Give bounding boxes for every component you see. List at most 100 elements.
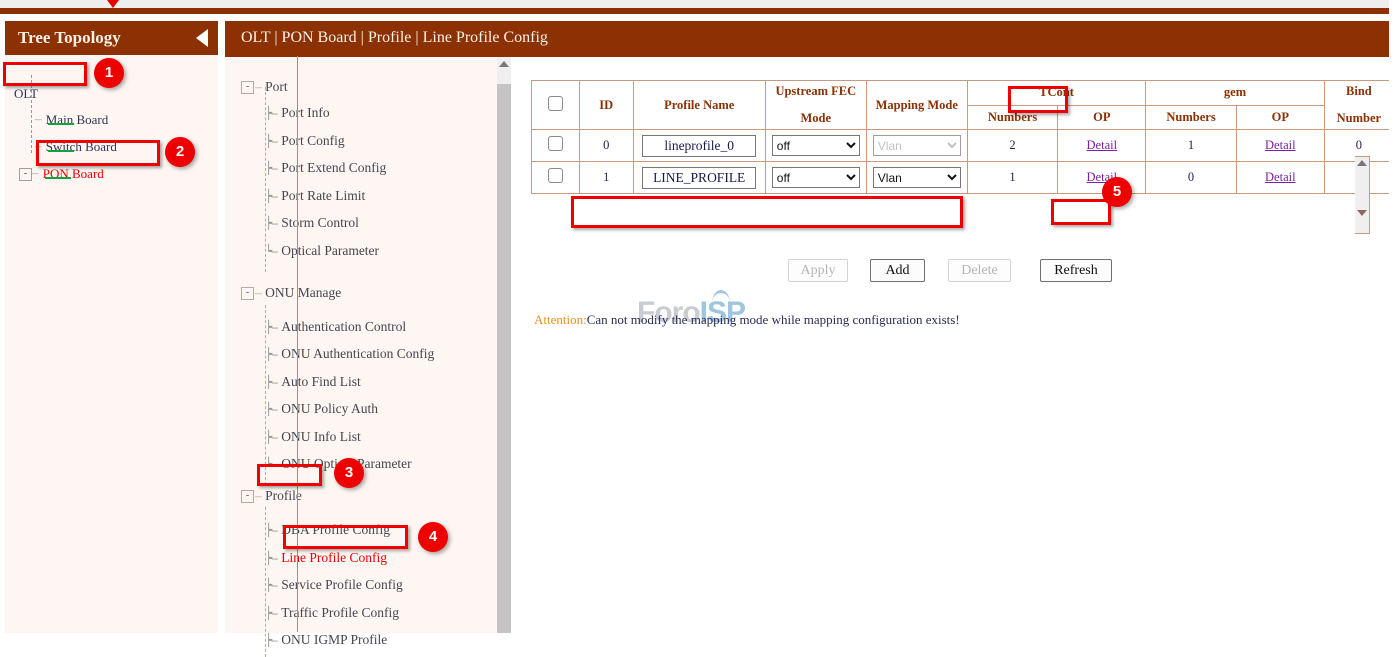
gem-detail-link[interactable]: Detail: [1265, 138, 1296, 152]
nav-item-authentication-control[interactable]: ┝--Authentication Control: [265, 319, 406, 335]
column-header-bind-number: Bind Number: [1324, 81, 1393, 130]
column-header-gem-op: OP: [1236, 105, 1324, 130]
nav-item-traffic-profile-config[interactable]: ┝--Traffic Profile Config: [265, 605, 399, 621]
upstream-fec-select[interactable]: off: [772, 167, 860, 188]
nav-item-label: Port Info: [281, 105, 329, 120]
bind-line2: Number: [1331, 111, 1387, 126]
tree-topology-header: Tree Topology: [5, 21, 218, 55]
nav-item-service-profile-config[interactable]: ┝-- Service Profile Config: [265, 577, 403, 593]
cell-tcont-op[interactable]: Detail: [1058, 130, 1146, 162]
column-header-gem: gem: [1146, 81, 1325, 106]
gem-detail-link[interactable]: Detail: [1265, 170, 1296, 184]
tree-topology-panel: Tree Topology OLT – Main Board – Switch …: [5, 21, 218, 633]
nav-leaf-dash-icon: ┝--: [265, 430, 277, 444]
nav-scroll-up-button[interactable]: [497, 57, 511, 71]
nav-item-label: Service Profile Config: [281, 577, 402, 592]
line-profile-table: ID Profile Name Upstream FEC Mode Mappin…: [531, 80, 1394, 194]
annotation-highlight-row-1: [571, 196, 963, 228]
apply-button[interactable]: Apply: [788, 259, 848, 282]
nav-item-onu-authentication-config[interactable]: ┝--ONU Authentication Config: [265, 346, 434, 362]
nav-item-auto-find-list[interactable]: ┝--Auto Find List: [265, 374, 361, 390]
column-header-tcont-op: OP: [1058, 105, 1146, 130]
profile-name-input[interactable]: [642, 167, 756, 189]
nav-leaf-dash-icon: ┝--: [265, 161, 277, 175]
mapping-mode-select[interactable]: Vlan: [873, 167, 961, 188]
table-row[interactable]: 0 off Vlan 2 Detail 1 Detail: [532, 130, 1394, 162]
attention-label: Attention:: [534, 312, 587, 327]
row-select-cell[interactable]: [532, 130, 580, 162]
nav-expander-icon[interactable]: -: [241, 490, 254, 503]
select-all-header: [532, 81, 580, 130]
cell-gem-op[interactable]: Detail: [1236, 130, 1324, 162]
tree-node-olt[interactable]: OLT: [13, 85, 38, 102]
table-scrollbar[interactable]: [1355, 156, 1370, 234]
scroll-up-arrow-icon[interactable]: [1357, 160, 1367, 166]
nav-leaf-dash-icon: ┝--: [265, 578, 277, 592]
annotation-badge-3: 3: [334, 458, 364, 488]
nav-group-port[interactable]: -– Port: [241, 79, 288, 95]
bind-line1: Bind: [1331, 84, 1387, 99]
nav-leaf-dash-icon: ┝--: [265, 320, 277, 334]
row-checkbox[interactable]: [548, 136, 563, 151]
annotation-badge-1: 1: [94, 58, 124, 88]
nav-item-onu-igmp-profile[interactable]: ┝--ONU IGMP Profile: [265, 632, 387, 648]
nav-group-profile[interactable]: -– Profile: [241, 488, 302, 504]
nav-scrollbar-thumb[interactable]: [497, 84, 511, 633]
nav-leaf-dash-icon: ┝--: [265, 347, 277, 361]
tcont-detail-link[interactable]: Detail: [1087, 138, 1118, 152]
nav-item-port-rate-limit[interactable]: ┝--Port Rate Limit: [265, 188, 365, 204]
tree-node-main-board[interactable]: – Main Board: [35, 111, 108, 128]
nav-item-line-profile-config[interactable]: ┝--Line Profile Config: [265, 550, 387, 566]
annotation-highlight-pon-board: [36, 140, 160, 166]
tree-expander-icon[interactable]: -: [19, 168, 32, 181]
cell-mapping-mode[interactable]: Vlan: [866, 162, 967, 194]
cell-tcont-numbers: 1: [967, 162, 1058, 194]
add-button[interactable]: Add: [870, 259, 925, 282]
column-header-mapping-mode: Mapping Mode: [866, 81, 967, 130]
nav-leaf-dash-icon: ┝--: [265, 134, 277, 148]
action-button-row: Apply Add Delete Refresh: [788, 259, 1128, 283]
nav-item-port-config[interactable]: ┝--Port Config: [265, 133, 345, 149]
annotation-highlight-line-profile-config: [283, 525, 408, 549]
nav-group-onu-manage[interactable]: -– ONU Manage: [241, 285, 341, 301]
cell-gem-op[interactable]: Detail: [1236, 162, 1324, 194]
scroll-down-arrow-icon[interactable]: [1357, 210, 1367, 216]
nav-expander-icon[interactable]: -: [241, 81, 254, 94]
cell-upstream-fec[interactable]: off: [765, 162, 866, 194]
table-row[interactable]: 1 off Vlan 1 Detail 0 Detail: [532, 162, 1394, 194]
nav-item-onu-policy-auth[interactable]: ┝-- ONU Policy Auth: [265, 401, 378, 417]
window-top-strip: [0, 0, 1394, 8]
select-all-checkbox[interactable]: [548, 96, 563, 111]
scroll-up-arrow-icon: [499, 61, 509, 67]
nav-item-storm-control[interactable]: ┝--Storm Control: [265, 215, 359, 231]
annotation-highlight-olt: [3, 62, 87, 86]
nav-item-onu-info-list[interactable]: ┝--ONU Info List: [265, 429, 361, 445]
cell-profile-name[interactable]: [633, 130, 765, 162]
nav-expander-icon[interactable]: -: [241, 287, 254, 300]
window-right-strip: [1389, 0, 1394, 633]
nav-leaf-dash-icon: ┝--: [265, 633, 277, 647]
nav-scrollbar[interactable]: [497, 57, 511, 633]
row-select-cell[interactable]: [532, 162, 580, 194]
refresh-button[interactable]: Refresh: [1040, 259, 1112, 282]
cell-profile-name[interactable]: [633, 162, 765, 194]
row-checkbox[interactable]: [548, 168, 563, 183]
delete-button[interactable]: Delete: [948, 259, 1011, 282]
nav-group-label: ONU Manage: [265, 285, 341, 300]
nav-item-optical-parameter[interactable]: ┕--Optical Parameter: [265, 243, 379, 259]
nav-item-port-extend-config[interactable]: ┝--Port Extend Config: [265, 160, 386, 176]
cell-id: 1: [579, 162, 633, 194]
nav-leaf-dash-icon: ┝--: [265, 402, 277, 416]
nav-item-label: Port Rate Limit: [281, 188, 365, 203]
nav-item-label: ONU Policy Auth: [281, 401, 378, 416]
upstream-fec-line1: Upstream FEC: [772, 84, 860, 99]
tree-node-pon-board[interactable]: -– PON Board: [19, 165, 104, 182]
upstream-fec-select[interactable]: off: [772, 135, 860, 156]
nav-leaf-dash-icon: ┝--: [265, 523, 277, 537]
annotation-badge-5: 5: [1102, 177, 1132, 207]
cell-id: 0: [579, 130, 633, 162]
tree-node-label: OLT: [14, 86, 38, 101]
profile-name-input[interactable]: [642, 135, 756, 157]
cell-upstream-fec[interactable]: off: [765, 130, 866, 162]
collapse-panel-icon[interactable]: [196, 29, 208, 47]
